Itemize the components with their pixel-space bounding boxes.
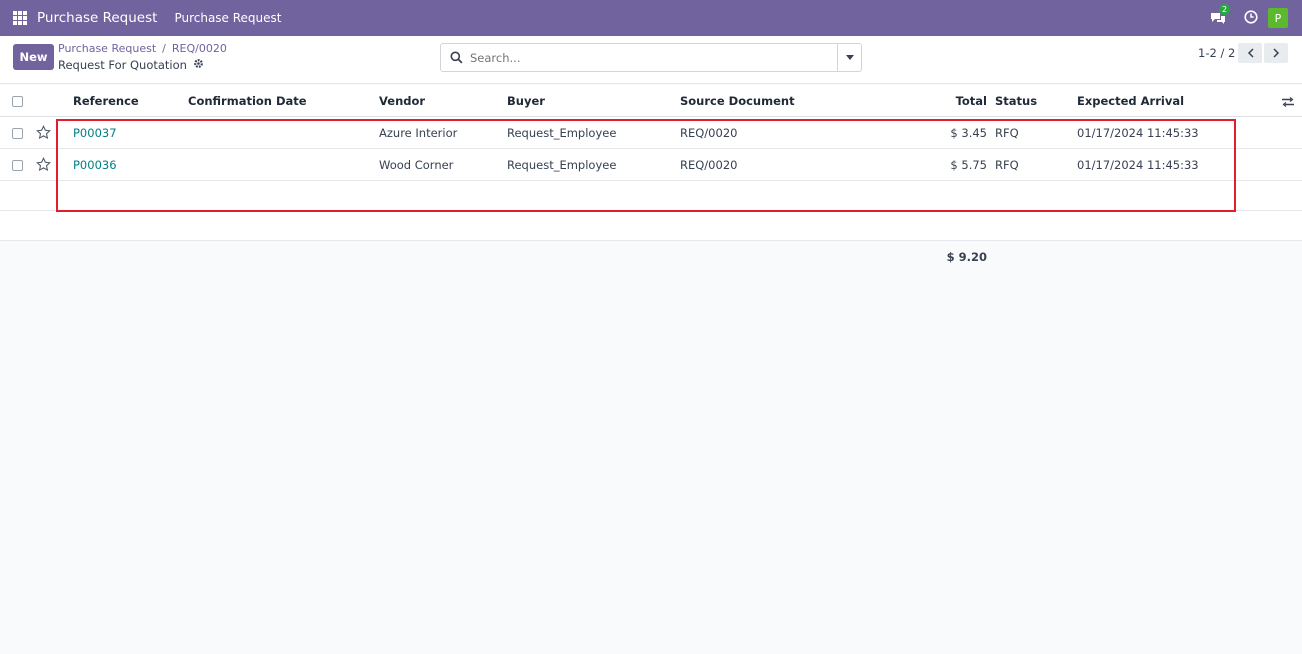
search-input[interactable]: [470, 48, 830, 68]
page-title-text: Request For Quotation: [58, 58, 187, 72]
select-all-checkbox[interactable]: [12, 96, 23, 107]
empty-row: [0, 181, 1302, 211]
breadcrumb-item-req[interactable]: REQ/0020: [172, 42, 227, 55]
table-header-row: Reference Confirmation Date Vendor Buyer…: [0, 85, 1302, 117]
column-header-expected-arrival[interactable]: Expected Arrival: [1077, 85, 1184, 117]
cell-status: RFQ: [995, 126, 1019, 140]
rfq-list-table: Reference Confirmation Date Vendor Buyer…: [0, 85, 1302, 241]
activity-clock-icon[interactable]: [1244, 9, 1258, 27]
cell-source-document: REQ/0020: [680, 158, 738, 172]
pager-next-button[interactable]: [1264, 43, 1288, 63]
table-row[interactable]: P00037 Azure Interior Request_Employee R…: [0, 117, 1302, 149]
gear-icon[interactable]: [193, 58, 204, 72]
cell-vendor: Azure Interior: [379, 126, 458, 140]
star-icon[interactable]: [36, 124, 51, 143]
star-icon[interactable]: [36, 156, 51, 175]
table-row[interactable]: P00036 Wood Corner Request_Employee REQ/…: [0, 149, 1302, 181]
pager-value[interactable]: 1-2 / 2: [1198, 46, 1235, 60]
breadcrumb-item-purchase-request[interactable]: Purchase Request: [58, 42, 156, 55]
menu-item-purchase-request[interactable]: Purchase Request: [174, 11, 281, 25]
cell-status: RFQ: [995, 158, 1019, 172]
caret-down-icon: [845, 55, 854, 60]
app-title[interactable]: Purchase Request: [37, 10, 157, 26]
column-header-total[interactable]: Total: [930, 85, 987, 117]
row-checkbox[interactable]: [12, 128, 23, 139]
search-icon: [450, 51, 463, 67]
breadcrumb-separator: /: [162, 42, 166, 55]
cell-source-document: REQ/0020: [680, 126, 738, 140]
row-checkbox[interactable]: [12, 160, 23, 171]
optional-columns-icon[interactable]: [1282, 85, 1294, 117]
top-navbar: Purchase Request Purchase Request 2 P: [0, 0, 1302, 36]
cell-buyer: Request_Employee: [507, 158, 617, 172]
cell-expected-arrival: 01/17/2024 11:45:33: [1077, 126, 1199, 140]
search-options-toggle[interactable]: [837, 44, 861, 71]
chevron-left-icon: [1247, 48, 1254, 58]
breadcrumb: Purchase Request / REQ/0020: [58, 42, 227, 55]
new-button[interactable]: New: [13, 44, 54, 70]
cell-reference[interactable]: P00036: [73, 149, 117, 181]
control-panel: New Purchase Request / REQ/0020 Request Fo…: [0, 36, 1302, 84]
chevron-right-icon: [1272, 48, 1279, 58]
app-grid-icon[interactable]: [13, 11, 27, 25]
user-avatar[interactable]: P: [1268, 8, 1288, 28]
chat-badge: 2: [1219, 4, 1231, 15]
column-header-status[interactable]: Status: [995, 85, 1037, 117]
cell-total: $ 3.45: [950, 126, 987, 140]
total-sum: $ 9.20: [946, 250, 987, 264]
column-header-buyer[interactable]: Buyer: [507, 85, 545, 117]
pager-previous-button[interactable]: [1238, 43, 1262, 63]
chat-icon[interactable]: 2: [1210, 4, 1231, 25]
cell-total: $ 5.75: [950, 158, 987, 172]
column-header-source-document[interactable]: Source Document: [680, 85, 795, 117]
column-header-reference[interactable]: Reference: [73, 85, 139, 117]
column-header-vendor[interactable]: Vendor: [379, 85, 425, 117]
cell-expected-arrival: 01/17/2024 11:45:33: [1077, 158, 1199, 172]
column-header-confirmation-date[interactable]: Confirmation Date: [188, 85, 307, 117]
page-title: Request For Quotation: [58, 58, 204, 72]
search-bar: [440, 43, 862, 72]
empty-row: [0, 211, 1302, 241]
navbar-systray: 2 P: [1210, 0, 1288, 36]
cell-buyer: Request_Employee: [507, 126, 617, 140]
cell-vendor: Wood Corner: [379, 158, 454, 172]
cell-reference[interactable]: P00037: [73, 117, 117, 149]
